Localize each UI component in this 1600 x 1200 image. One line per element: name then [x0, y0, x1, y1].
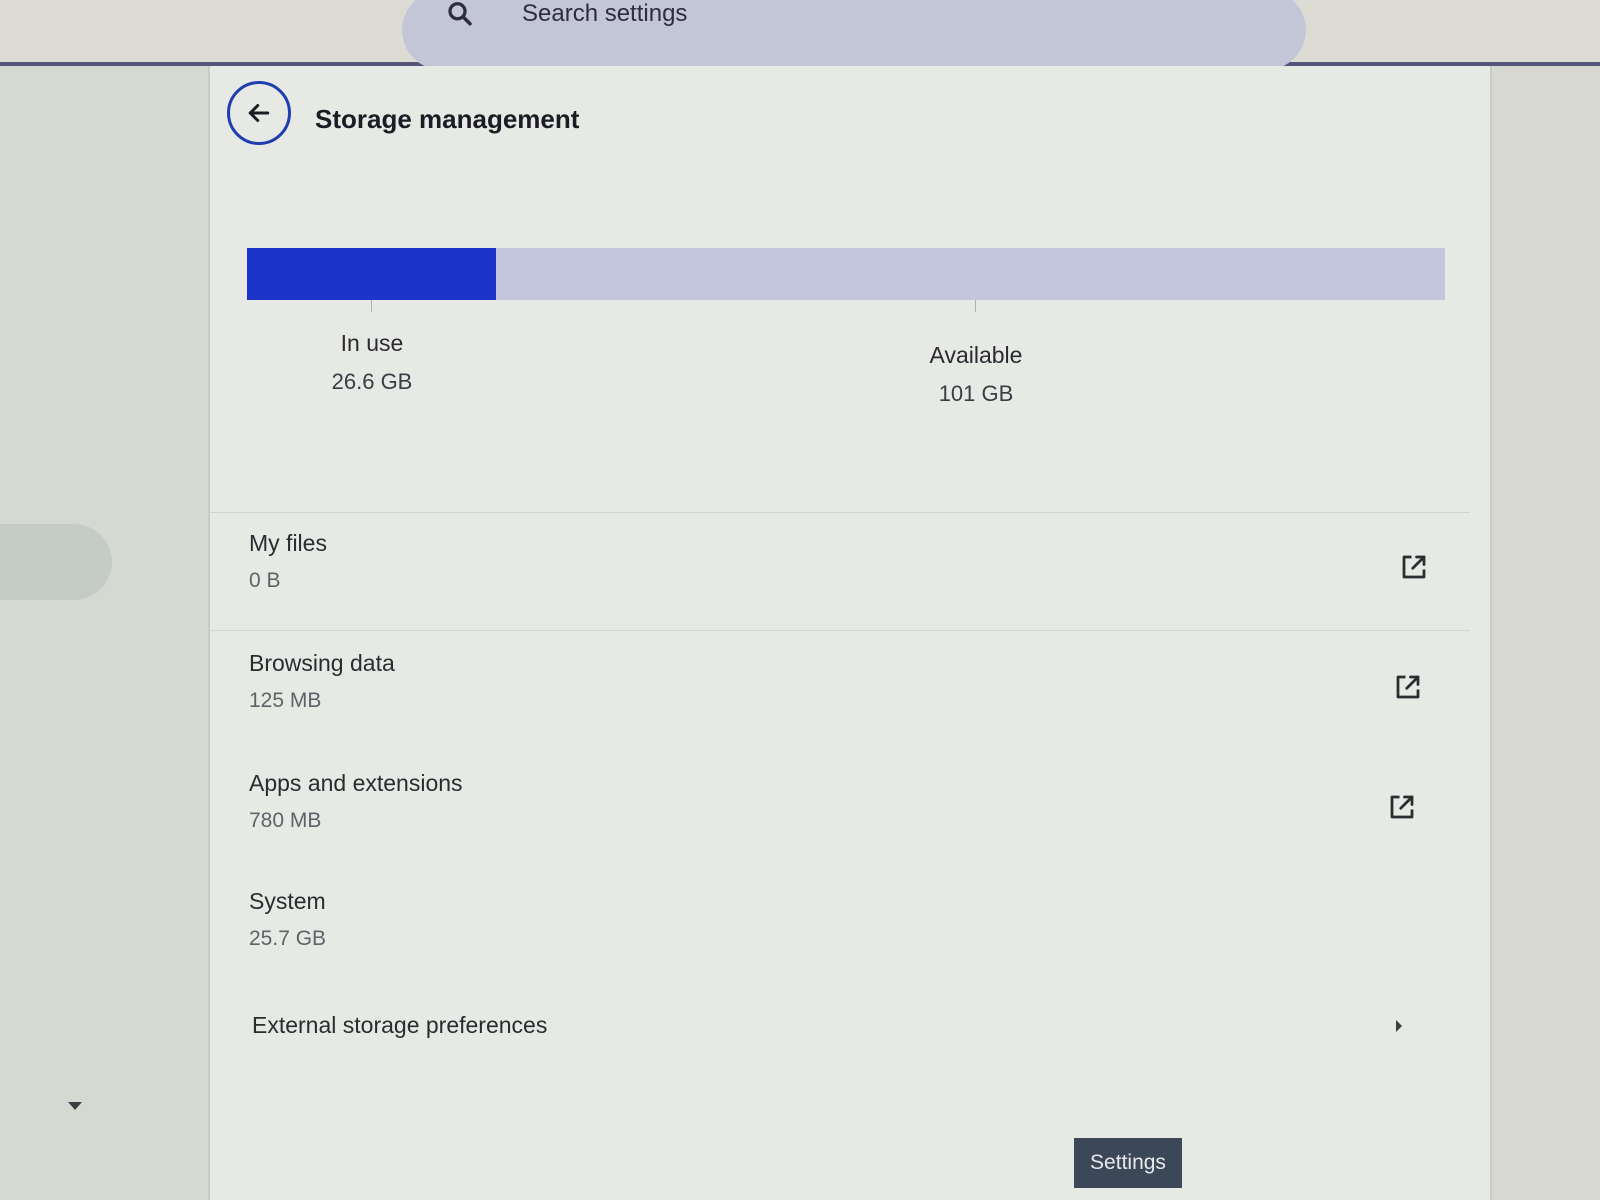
in-use-label: In use — [340, 330, 404, 356]
storage-row-my-files[interactable]: My files 0 B — [249, 530, 1429, 630]
in-use-value: 26.6 GB — [331, 369, 413, 394]
chevron-down-icon[interactable] — [68, 1102, 82, 1110]
row-size: 125 MB — [249, 689, 322, 712]
search-input[interactable]: Search settings — [522, 0, 687, 28]
settings-tooltip: Settings — [1074, 1138, 1182, 1188]
page-title: Storage management — [315, 104, 580, 134]
back-button[interactable] — [227, 81, 291, 145]
open-in-new-icon[interactable] — [1393, 672, 1423, 702]
search-icon[interactable] — [445, 0, 475, 30]
open-in-new-icon[interactable] — [1399, 552, 1429, 582]
storage-used-fill — [247, 248, 496, 300]
in-use-tick — [371, 300, 372, 312]
open-in-new-icon[interactable] — [1387, 792, 1417, 822]
row-name: Apps and extensions — [249, 770, 463, 796]
chevron-right-icon — [1396, 1020, 1402, 1032]
row-name: System — [249, 888, 326, 914]
storage-row-browsing-data[interactable]: Browsing data 125 MB — [249, 650, 1429, 750]
row-name: Browsing data — [249, 650, 395, 676]
arrow-back-icon — [248, 104, 270, 122]
available-label: Available — [929, 342, 1023, 368]
divider — [210, 512, 1470, 513]
available-tick — [975, 300, 976, 312]
available-summary: Available 101 GB — [856, 342, 1096, 407]
external-storage-label: External storage preferences — [252, 1012, 548, 1038]
sidebar — [0, 66, 208, 1200]
external-storage-preferences-link[interactable]: External storage preferences — [252, 1012, 1402, 1052]
storage-row-system: System 25.7 GB — [249, 888, 1429, 988]
row-size: 25.7 GB — [249, 927, 327, 950]
storage-row-apps-and-extensions[interactable]: Apps and extensions 780 MB — [249, 770, 1429, 870]
row-name: My files — [249, 530, 327, 556]
row-size: 0 B — [249, 569, 281, 592]
in-use-summary: In use 26.6 GB — [252, 330, 492, 395]
right-gutter — [1492, 66, 1600, 1200]
available-value: 101 GB — [938, 381, 1014, 406]
row-size: 780 MB — [249, 809, 322, 832]
divider — [210, 630, 1470, 631]
storage-usage-bar — [247, 248, 1445, 300]
sidebar-item-selected[interactable] — [0, 524, 112, 600]
